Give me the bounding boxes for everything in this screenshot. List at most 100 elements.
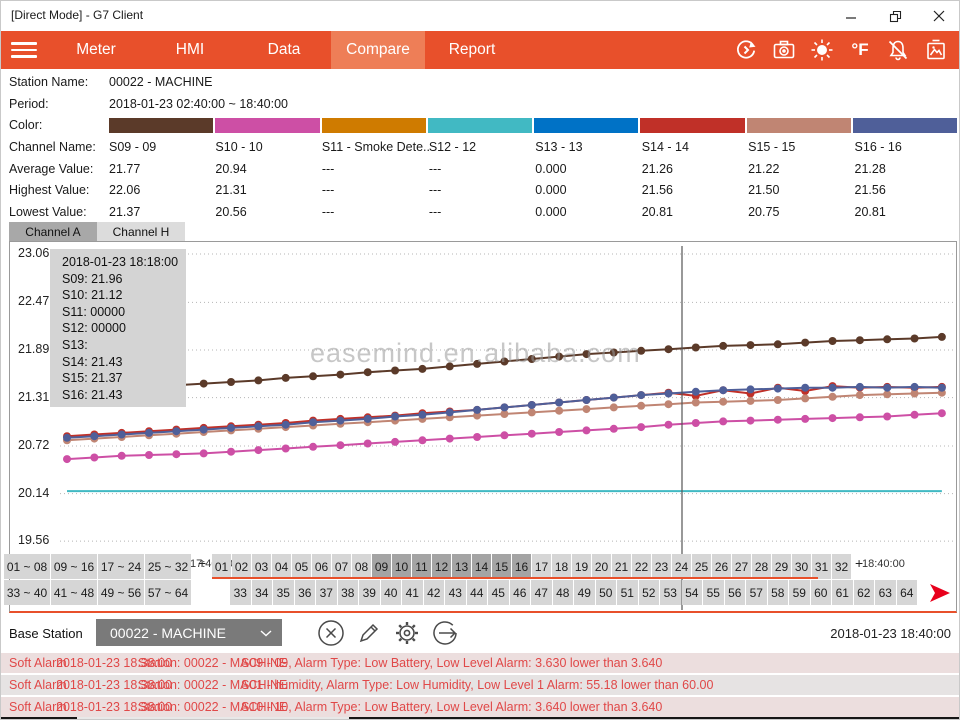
channel-button-37[interactable]: 37 — [316, 580, 337, 605]
base-station-dropdown[interactable]: 00022 - MACHINE — [96, 619, 282, 646]
alarm-row[interactable]: Soft Alarm2018-01-23 18:38:00Station: 00… — [1, 653, 960, 673]
channel-button-25[interactable]: 25 — [692, 554, 711, 579]
channel-button-49[interactable]: 49 — [574, 580, 595, 605]
tab-channel-a[interactable]: Channel A — [9, 222, 97, 242]
channel-button-16[interactable]: 16 — [512, 554, 531, 579]
group-button-33~40[interactable]: 33 ~ 40 — [4, 580, 50, 605]
save-image-icon[interactable] — [917, 31, 955, 69]
channel-button-54[interactable]: 54 — [682, 580, 703, 605]
group-button-41~48[interactable]: 41 ~ 48 — [51, 580, 97, 605]
channel-button-62[interactable]: 62 — [854, 580, 875, 605]
channel-button-30[interactable]: 30 — [792, 554, 811, 579]
camera-icon[interactable] — [765, 31, 803, 69]
channel-button-48[interactable]: 48 — [553, 580, 574, 605]
cancel-button[interactable] — [316, 618, 346, 648]
channel-button-02[interactable]: 02 — [232, 554, 251, 579]
channel-button-51[interactable]: 51 — [617, 580, 638, 605]
alarm-row[interactable]: Soft Alarm2018-01-23 18:38:00Station: 00… — [1, 697, 960, 717]
channel-button-35[interactable]: 35 — [273, 580, 294, 605]
alarm-row[interactable]: Soft Alarm2018-01-23 18:38:00Station: 00… — [1, 675, 960, 695]
group-button-09~16[interactable]: 09 ~ 16 — [51, 554, 97, 579]
channel-button-04[interactable]: 04 — [272, 554, 291, 579]
channel-button-14[interactable]: 14 — [472, 554, 491, 579]
channel-button-28[interactable]: 28 — [752, 554, 771, 579]
channel-button-15[interactable]: 15 — [492, 554, 511, 579]
mute-bell-icon[interactable] — [879, 31, 917, 69]
channel-button-24[interactable]: 24 — [672, 554, 691, 579]
channel-button-53[interactable]: 53 — [660, 580, 681, 605]
nav-item-meter[interactable]: Meter — [49, 31, 143, 69]
zoom-plus-left[interactable]: + — [198, 555, 206, 571]
channel-button-50[interactable]: 50 — [596, 580, 617, 605]
menu-icon[interactable] — [11, 40, 39, 60]
channel-button-06[interactable]: 06 — [312, 554, 331, 579]
export-button[interactable] — [430, 618, 460, 648]
channel-button-32[interactable]: 32 — [832, 554, 851, 579]
settings-button[interactable] — [392, 618, 422, 648]
group-button-49~56[interactable]: 49 ~ 56 — [98, 580, 144, 605]
group-button-17~24[interactable]: 17 ~ 24 — [98, 554, 144, 579]
edit-button[interactable] — [354, 618, 384, 648]
tab-channel-h[interactable]: Channel H — [97, 222, 185, 242]
channel-button-05[interactable]: 05 — [292, 554, 311, 579]
channel-button-39[interactable]: 39 — [359, 580, 380, 605]
nav-item-report[interactable]: Report — [425, 31, 519, 69]
channel-button-42[interactable]: 42 — [424, 580, 445, 605]
channel-button-10[interactable]: 10 — [392, 554, 411, 579]
fahrenheit-icon[interactable]: °F — [841, 31, 879, 69]
channel-button-20[interactable]: 20 — [592, 554, 611, 579]
channel-button-41[interactable]: 41 — [402, 580, 423, 605]
channel-button-18[interactable]: 18 — [552, 554, 571, 579]
channel-button-29[interactable]: 29 — [772, 554, 791, 579]
channel-button-31[interactable]: 31 — [812, 554, 831, 579]
channel-button-61[interactable]: 61 — [832, 580, 853, 605]
channel-button-36[interactable]: 36 — [295, 580, 316, 605]
channel-button-60[interactable]: 60 — [811, 580, 832, 605]
channel-button-64[interactable]: 64 — [897, 580, 918, 605]
channel-button-01[interactable]: 01 — [212, 554, 231, 579]
group-button-01~08[interactable]: 01 ~ 08 — [4, 554, 50, 579]
channel-button-63[interactable]: 63 — [875, 580, 896, 605]
channel-button-46[interactable]: 46 — [510, 580, 531, 605]
group-button-57~64[interactable]: 57 ~ 64 — [145, 580, 191, 605]
channel-button-21[interactable]: 21 — [612, 554, 631, 579]
channel-button-58[interactable]: 58 — [768, 580, 789, 605]
minimize-button[interactable] — [829, 1, 873, 31]
channel-button-56[interactable]: 56 — [725, 580, 746, 605]
channel-button-59[interactable]: 59 — [789, 580, 810, 605]
channel-button-27[interactable]: 27 — [732, 554, 751, 579]
channel-button-55[interactable]: 55 — [703, 580, 724, 605]
channel-button-47[interactable]: 47 — [531, 580, 552, 605]
channel-button-03[interactable]: 03 — [252, 554, 271, 579]
channel-button-40[interactable]: 40 — [381, 580, 402, 605]
channel-button-34[interactable]: 34 — [252, 580, 273, 605]
channel-button-19[interactable]: 19 — [572, 554, 591, 579]
channel-button-12[interactable]: 12 — [432, 554, 451, 579]
restore-button[interactable] — [873, 1, 917, 31]
next-page-arrow[interactable] — [928, 583, 952, 608]
nav-item-compare[interactable]: Compare — [331, 31, 425, 69]
channel-button-13[interactable]: 13 — [452, 554, 471, 579]
channel-button-11[interactable]: 11 — [412, 554, 431, 579]
channel-button-08[interactable]: 08 — [352, 554, 371, 579]
channel-button-43[interactable]: 43 — [445, 580, 466, 605]
nav-item-hmi[interactable]: HMI — [143, 31, 237, 69]
channel-button-38[interactable]: 38 — [338, 580, 359, 605]
channel-button-33[interactable]: 33 — [230, 580, 251, 605]
sync-icon[interactable] — [727, 31, 765, 69]
channel-button-22[interactable]: 22 — [632, 554, 651, 579]
channel-button-44[interactable]: 44 — [467, 580, 488, 605]
channel-button-07[interactable]: 07 — [332, 554, 351, 579]
channel-button-09[interactable]: 09 — [372, 554, 391, 579]
close-button[interactable] — [917, 1, 960, 31]
group-button-25~32[interactable]: 25 ~ 32 — [145, 554, 191, 579]
brightness-icon[interactable] — [803, 31, 841, 69]
channel-button-26[interactable]: 26 — [712, 554, 731, 579]
channel-button-57[interactable]: 57 — [746, 580, 767, 605]
channel-button-17[interactable]: 17 — [532, 554, 551, 579]
channel-button-52[interactable]: 52 — [639, 580, 660, 605]
channel-button-23[interactable]: 23 — [652, 554, 671, 579]
channel-button-45[interactable]: 45 — [488, 580, 509, 605]
nav-item-data[interactable]: Data — [237, 31, 331, 69]
zoom-plus-right[interactable]: + — [855, 555, 863, 571]
